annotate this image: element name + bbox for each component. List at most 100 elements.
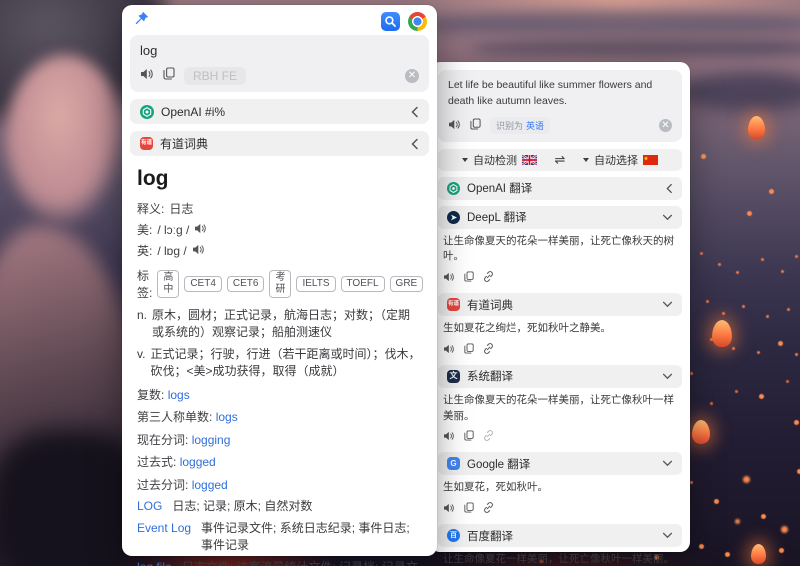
form-value-link[interactable]: logs	[168, 388, 190, 402]
section-label: OpenAI #i%	[161, 105, 225, 119]
service-result-system: 让生命像夏天的花朵一样美丽，让死亡像秋叶一样美丽。	[430, 388, 690, 447]
pos-label: n.	[137, 307, 147, 341]
query-text[interactable]: log	[140, 43, 419, 58]
translation-text: 让生命像夏天的花朵一样美丽，让死亡像秋天的树叶。	[443, 234, 677, 266]
service-header-google[interactable]: G Google 翻译	[438, 452, 682, 475]
translator-app-icon[interactable]	[381, 12, 400, 31]
form-value-link[interactable]: logged	[192, 478, 228, 492]
chevron-left-icon[interactable]	[411, 138, 419, 150]
query-input[interactable]: log RBH FE ✕	[130, 35, 429, 92]
source-text-box[interactable]: Let life be beautiful like summer flower…	[438, 70, 682, 142]
baidu-translate-icon: 百	[447, 529, 460, 542]
form-value-link[interactable]: logs	[216, 410, 238, 424]
copy-icon[interactable]	[464, 269, 474, 287]
pos-label: v.	[137, 346, 145, 380]
tag-pill: IELTS	[296, 276, 335, 292]
definition-noun: n. 原木，圆材；正式记录，航海日志；对数；（定期或系统的）观察记录；船舶测速仪	[137, 307, 422, 341]
service-header-deepl[interactable]: DeepL 翻译	[438, 206, 682, 229]
openai-icon	[447, 182, 460, 195]
form-value-link[interactable]: logged	[180, 455, 216, 469]
phrase-link[interactable]: LOG	[137, 498, 162, 515]
speak-icon[interactable]	[443, 500, 455, 518]
speak-icon[interactable]	[443, 428, 455, 446]
speak-icon[interactable]	[194, 223, 207, 237]
copy-icon[interactable]	[464, 341, 474, 359]
sky-lanterns	[0, 0, 3, 3]
sky-lantern	[712, 320, 732, 347]
dictionary-result: log 释义: 日志 美: / lɔːg / 英: / lɒg / 标签: 高中…	[122, 156, 437, 566]
shortcut-tag: RBH FE	[184, 67, 246, 85]
speak-icon[interactable]	[443, 269, 455, 287]
desktop-wallpaper: log RBH FE ✕ OpenAI #i% 有道 有道词典	[0, 0, 800, 566]
link-icon[interactable]	[483, 341, 494, 359]
copy-icon[interactable]	[464, 500, 474, 518]
translation-window: Let life be beautiful like summer flower…	[430, 62, 690, 552]
speak-icon[interactable]	[443, 341, 455, 359]
service-result-deepl: 让生命像夏天的花朵一样美丽，让死亡像秋天的树叶。	[430, 229, 690, 288]
detected-language-badge: 识别为 英语	[490, 117, 550, 134]
chevron-left-icon[interactable]	[666, 183, 673, 194]
speak-icon[interactable]	[140, 67, 154, 85]
tag-pill: TOEFL	[341, 276, 385, 292]
copy-icon[interactable]	[163, 67, 175, 85]
definition-verb: v. 正式记录；行驶，行进（若干距离或时间）；伐木，砍伐；<美>成功获得，取得（…	[137, 346, 422, 380]
headword: log	[137, 167, 422, 191]
window-header	[122, 5, 437, 33]
service-result-google: 生如夏花，死如秋叶。	[430, 475, 690, 518]
service-name: OpenAI 翻译	[467, 180, 532, 196]
caret-down-icon	[583, 158, 589, 162]
section-header-openai[interactable]: OpenAI #i%	[130, 99, 429, 124]
service-name: 有道词典	[467, 297, 513, 313]
clear-input-icon[interactable]: ✕	[659, 119, 672, 132]
tags-label: 标签:	[137, 267, 152, 301]
source-text[interactable]: Let life be beautiful like summer flower…	[448, 78, 672, 110]
uk-phonetic: / lɒg /	[157, 244, 186, 258]
cloud	[680, 72, 800, 112]
sky-lantern	[751, 544, 766, 564]
source-language-select[interactable]: 自动检测	[462, 152, 537, 168]
phrase-link[interactable]: Event Log	[137, 520, 191, 554]
copy-icon[interactable]	[470, 117, 481, 135]
form-value-link[interactable]: logging	[192, 433, 231, 447]
phrase-meaning: 日志; 记录; 原木; 自然对数	[172, 498, 312, 515]
service-name: 百度翻译	[467, 528, 513, 544]
section-header-youdao[interactable]: 有道 有道词典	[130, 131, 429, 156]
chevron-left-icon[interactable]	[411, 106, 419, 118]
chevron-down-icon[interactable]	[662, 301, 673, 308]
link-icon[interactable]	[483, 500, 494, 518]
service-header-openai[interactable]: OpenAI 翻译	[438, 177, 682, 200]
chevron-down-icon[interactable]	[662, 532, 673, 539]
form-label: 第三人称单数:	[137, 410, 212, 424]
youdao-icon: 有道	[140, 137, 153, 150]
pin-icon[interactable]	[134, 11, 149, 31]
link-icon[interactable]	[483, 428, 494, 446]
target-language-select[interactable]: 自动选择	[583, 152, 658, 168]
phrase-meaning: 日志文件; 访客流量统计文件; 记录档; 记录文件	[182, 559, 422, 566]
definition-text: 原木，圆材；正式记录，航海日志；对数；（定期或系统的）观察记录；船舶测速仪	[152, 307, 422, 341]
chevron-down-icon[interactable]	[662, 214, 673, 221]
link-icon[interactable]	[483, 269, 494, 287]
speak-icon[interactable]	[448, 117, 461, 135]
phrase-meaning: 事件记录文件; 系统日志纪录; 事件日志; 事件记录	[201, 520, 422, 554]
service-header-baidu[interactable]: 百 百度翻译	[438, 524, 682, 547]
google-translate-icon: G	[447, 457, 460, 470]
service-header-system[interactable]: 文 系统翻译	[438, 365, 682, 388]
definition-text: 正式记录；行驶，行进（若干距离或时间）；伐木，砍伐；<美>成功获得，取得（成就）	[150, 346, 422, 380]
language-selector-bar: 自动检测 ⇌ 自动选择	[438, 149, 682, 171]
detected-language[interactable]: 英语	[526, 119, 544, 132]
swap-languages-icon[interactable]: ⇌	[555, 152, 566, 168]
copy-icon[interactable]	[464, 428, 474, 446]
system-translate-icon: 文	[447, 370, 460, 383]
dictionary-window: log RBH FE ✕ OpenAI #i% 有道 有道词典	[122, 5, 437, 556]
service-header-youdao[interactable]: 有道 有道词典	[438, 293, 682, 316]
speak-icon[interactable]	[192, 244, 205, 258]
cloud	[420, 10, 800, 38]
source-language-label: 自动检测	[473, 152, 517, 168]
tag-pill: CET4	[184, 276, 222, 292]
chrome-icon[interactable]	[408, 12, 427, 31]
chevron-down-icon[interactable]	[662, 373, 673, 380]
phrase-link[interactable]: log file	[137, 559, 172, 566]
chevron-down-icon[interactable]	[662, 460, 673, 467]
clear-input-icon[interactable]: ✕	[405, 69, 419, 83]
target-language-label: 自动选择	[594, 152, 638, 168]
